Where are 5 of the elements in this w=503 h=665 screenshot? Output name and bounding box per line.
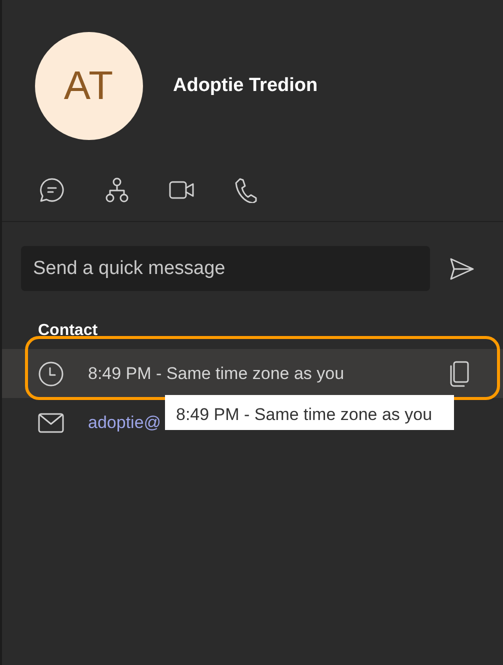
tooltip: 8:49 PM - Same time zone as you xyxy=(165,395,454,430)
avatar-initials: AT xyxy=(64,63,114,110)
section-heading: Contact xyxy=(37,321,99,341)
contact-name: Adoptie Tredion xyxy=(173,74,318,98)
local-time-text: 8:49 PM - Same time zone as you xyxy=(88,362,344,385)
